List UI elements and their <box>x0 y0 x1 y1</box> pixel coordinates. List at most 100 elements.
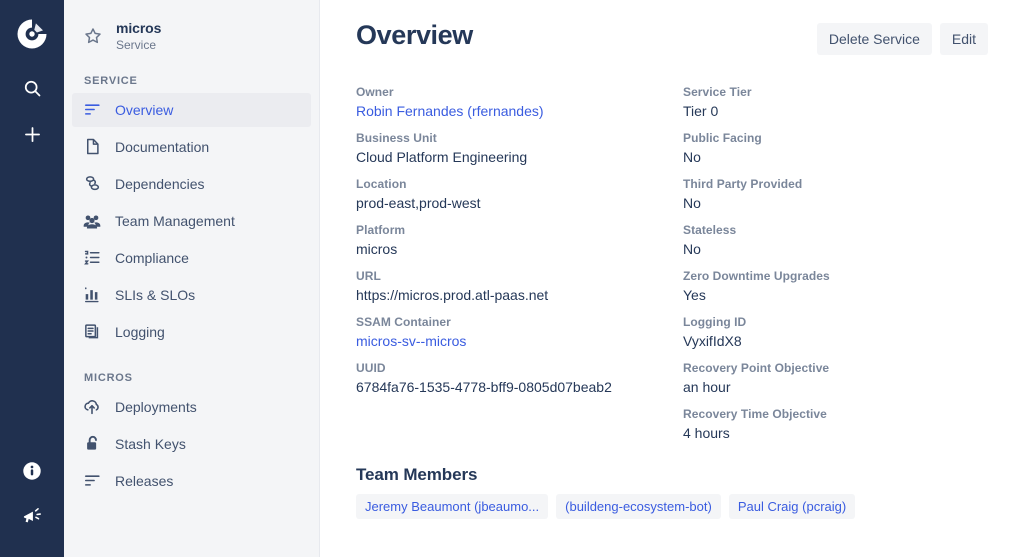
field-public-facing: Public Facing No <box>683 131 988 165</box>
sidebar-item-label: Team Management <box>115 213 235 229</box>
header-actions: Delete Service Edit <box>817 20 988 55</box>
field-value-recovery-time-objective: 4 hours <box>683 425 988 441</box>
field-url: URL https://micros.prod.atl-paas.net <box>356 269 661 303</box>
compass-logo-icon[interactable] <box>10 12 54 56</box>
sidebar-item-label: Releases <box>115 473 173 489</box>
document-icon <box>82 137 102 157</box>
logs-icon <box>82 322 102 342</box>
field-value-location: prod-east,prod-west <box>356 195 661 211</box>
star-icon[interactable] <box>82 25 104 47</box>
field-value-ssam-container[interactable]: micros-sv--micros <box>356 333 661 349</box>
rail-bottom-group <box>0 451 64 543</box>
sidebar-item-label: Dependencies <box>115 176 205 192</box>
info-icon[interactable] <box>12 451 52 491</box>
project-sidebar: micros Service SERVICE Overview Document… <box>64 0 320 557</box>
sidebar-item-label: Compliance <box>115 250 189 266</box>
field-value-zero-downtime-upgrades: Yes <box>683 287 988 303</box>
sidebar-item-compliance[interactable]: Compliance <box>72 241 311 275</box>
sidebar-group-label-micros: MICROS <box>74 372 311 384</box>
sidebar-group-spacer <box>72 352 311 366</box>
sidebar-item-label: SLIs & SLOs <box>115 287 195 303</box>
field-owner: Owner Robin Fernandes (rfernandes) <box>356 85 661 119</box>
details-column-right: Service Tier Tier 0 Public Facing No Thi… <box>683 85 988 453</box>
field-label: Recovery Time Objective <box>683 407 988 421</box>
field-value-owner[interactable]: Robin Fernandes (rfernandes) <box>356 103 661 119</box>
lock-icon <box>82 434 102 454</box>
sidebar-item-label: Overview <box>115 102 173 118</box>
field-value-platform: micros <box>356 241 661 257</box>
sidebar-item-stash-keys[interactable]: Stash Keys <box>72 427 311 461</box>
team-member-chip[interactable]: Jeremy Beaumont (jbeaumo... <box>356 494 548 519</box>
overview-icon <box>82 100 102 120</box>
delete-service-button[interactable]: Delete Service <box>817 23 932 55</box>
field-label: Recovery Point Objective <box>683 361 988 375</box>
sidebar-project-subtitle: Service <box>116 38 161 53</box>
team-members-list: Jeremy Beaumont (jbeaumo... (buildeng-ec… <box>356 494 988 519</box>
product-rail <box>0 0 64 557</box>
field-ssam-container: SSAM Container micros-sv--micros <box>356 315 661 349</box>
bar-chart-icon <box>82 285 102 305</box>
team-member-chip[interactable]: (buildeng-ecosystem-bot) <box>556 494 721 519</box>
sidebar-item-label: Deployments <box>115 399 197 415</box>
checklist-icon <box>82 248 102 268</box>
sidebar-item-deployments[interactable]: Deployments <box>72 390 311 424</box>
field-recovery-point-objective: Recovery Point Objective an hour <box>683 361 988 395</box>
sidebar-item-dependencies[interactable]: Dependencies <box>72 167 311 201</box>
main-content: Overview Delete Service Edit Owner Robin… <box>320 0 1024 557</box>
sidebar-item-overview[interactable]: Overview <box>72 93 311 127</box>
field-value-service-tier: Tier 0 <box>683 103 988 119</box>
dependencies-icon <box>82 174 102 194</box>
sidebar-item-releases[interactable]: Releases <box>72 464 311 498</box>
releases-icon <box>82 471 102 491</box>
team-members-title: Team Members <box>356 465 988 485</box>
field-label: Logging ID <box>683 315 988 329</box>
edit-button[interactable]: Edit <box>940 23 988 55</box>
field-zero-downtime-upgrades: Zero Downtime Upgrades Yes <box>683 269 988 303</box>
field-business-unit: Business Unit Cloud Platform Engineering <box>356 131 661 165</box>
field-label: URL <box>356 269 661 283</box>
field-value-uuid: 6784fa76-1535-4778-bff9-0805d07beab2 <box>356 379 661 395</box>
field-label: Business Unit <box>356 131 661 145</box>
field-label: Platform <box>356 223 661 237</box>
page-header: Overview Delete Service Edit <box>356 20 988 55</box>
sidebar-item-logging[interactable]: Logging <box>72 315 311 349</box>
sidebar-group-label-service: SERVICE <box>74 75 311 87</box>
sidebar-item-slis-slos[interactable]: SLIs & SLOs <box>72 278 311 312</box>
field-label: Third Party Provided <box>683 177 988 191</box>
search-icon[interactable] <box>12 68 52 108</box>
field-platform: Platform micros <box>356 223 661 257</box>
field-label: Public Facing <box>683 131 988 145</box>
app-root: micros Service SERVICE Overview Document… <box>0 0 1024 557</box>
field-label: UUID <box>356 361 661 375</box>
field-location: Location prod-east,prod-west <box>356 177 661 211</box>
field-stateless: Stateless No <box>683 223 988 257</box>
field-label: Zero Downtime Upgrades <box>683 269 988 283</box>
cloud-upload-icon <box>82 397 102 417</box>
field-value-business-unit: Cloud Platform Engineering <box>356 149 661 165</box>
field-value-logging-id: VyxifIdX8 <box>683 333 988 349</box>
field-value-recovery-point-objective: an hour <box>683 379 988 395</box>
field-uuid: UUID 6784fa76-1535-4778-bff9-0805d07beab… <box>356 361 661 395</box>
field-label: Owner <box>356 85 661 99</box>
field-service-tier: Service Tier Tier 0 <box>683 85 988 119</box>
team-member-chip[interactable]: Paul Craig (pcraig) <box>729 494 855 519</box>
sidebar-item-label: Documentation <box>115 139 209 155</box>
plus-icon[interactable] <box>12 114 52 154</box>
sidebar-header: micros Service <box>72 14 311 53</box>
sidebar-item-label: Logging <box>115 324 165 340</box>
field-value-url: https://micros.prod.atl-paas.net <box>356 287 661 303</box>
megaphone-icon[interactable] <box>12 497 52 537</box>
sidebar-item-documentation[interactable]: Documentation <box>72 130 311 164</box>
service-details-grid: Owner Robin Fernandes (rfernandes) Busin… <box>356 85 988 453</box>
details-column-left: Owner Robin Fernandes (rfernandes) Busin… <box>356 85 661 453</box>
field-value-stateless: No <box>683 241 988 257</box>
field-value-third-party-provided: No <box>683 195 988 211</box>
field-label: SSAM Container <box>356 315 661 329</box>
page-title: Overview <box>356 20 473 51</box>
field-third-party-provided: Third Party Provided No <box>683 177 988 211</box>
field-label: Location <box>356 177 661 191</box>
field-value-public-facing: No <box>683 149 988 165</box>
sidebar-project-title: micros <box>116 20 161 37</box>
sidebar-item-team-management[interactable]: Team Management <box>72 204 311 238</box>
field-label: Service Tier <box>683 85 988 99</box>
